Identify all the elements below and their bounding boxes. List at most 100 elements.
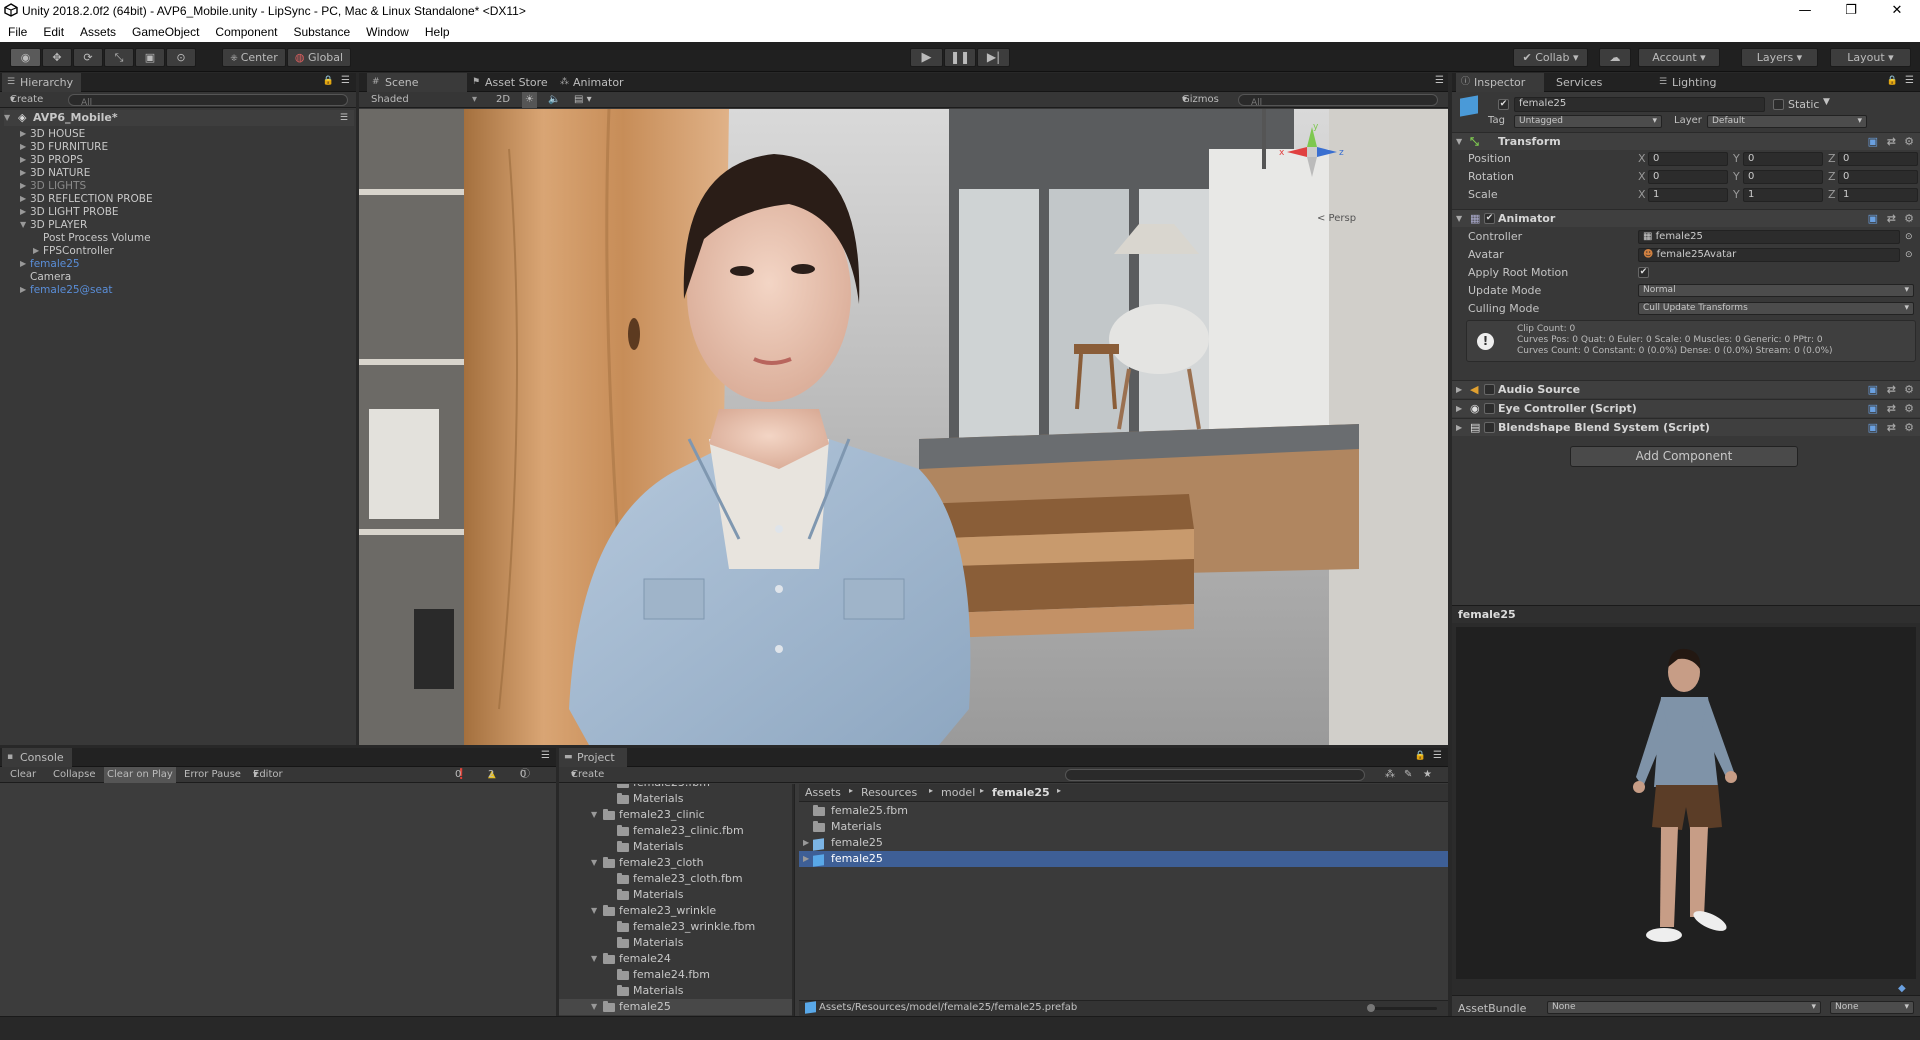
transform-tool-button[interactable]: ⊙ [166, 48, 196, 67]
project-tree-item[interactable]: Materials [559, 839, 792, 855]
project-tree-item[interactable]: female23_cloth.fbm [559, 871, 792, 887]
controller-field[interactable]: ▦ female25 [1638, 230, 1900, 244]
collapse-arrow-icon[interactable]: ▼ [591, 903, 597, 919]
lock-icon[interactable]: 🔒 [323, 76, 334, 86]
tab-services[interactable]: Services [1544, 73, 1610, 92]
active-checkbox[interactable]: ✔ [1498, 99, 1509, 110]
transform-z-field[interactable]: 1 [1838, 188, 1918, 202]
help-icon[interactable]: ▣ [1868, 381, 1878, 399]
breadcrumb-item[interactable]: Resources [861, 786, 917, 799]
maximize-button[interactable]: ❐ [1828, 0, 1874, 22]
move-tool-button[interactable]: ✥ [42, 48, 72, 67]
help-icon[interactable]: ▣ [1868, 400, 1878, 418]
close-button[interactable]: ✕ [1874, 0, 1920, 22]
gear-icon[interactable]: ⚙ [1904, 419, 1914, 437]
collapse-arrow-icon[interactable]: ▼ [4, 110, 10, 126]
filter-label-icon[interactable]: ✎ [1404, 767, 1412, 783]
rect-tool-button[interactable]: ▣ [135, 48, 165, 67]
gear-icon[interactable]: ⚙ [1904, 381, 1914, 399]
model-preview-viewport[interactable] [1456, 627, 1916, 979]
collab-dropdown[interactable]: ✔ Collab ▾ [1513, 48, 1588, 67]
project-tree-item[interactable]: Materials [559, 887, 792, 903]
project-tree-item[interactable]: female23.fbm [559, 784, 792, 791]
pause-button[interactable]: ❚❚ [944, 48, 976, 67]
project-search-input[interactable] [1065, 769, 1365, 781]
menu-file[interactable]: File [0, 25, 35, 39]
lighting-toggle-icon[interactable]: ☀ [522, 92, 537, 108]
expand-arrow-icon[interactable]: ▶ [1456, 381, 1462, 399]
project-tree-item[interactable]: ▼ female23_cloth [559, 855, 792, 871]
scene-orientation-gizmo[interactable]: y z x [1277, 117, 1347, 197]
breadcrumb-current[interactable]: female25 [992, 786, 1050, 799]
help-icon[interactable]: ▣ [1868, 210, 1878, 228]
animator-component-header[interactable]: ▼ ▦ ✔ Animator ▣ ⇄ ⚙ [1452, 209, 1920, 227]
slider-handle[interactable] [1367, 1004, 1375, 1012]
create-dropdown[interactable]: Create ▾ [10, 92, 43, 108]
project-file-item[interactable]: Materials [799, 819, 1448, 835]
preset-icon[interactable]: ⇄ [1887, 210, 1896, 228]
panel-menu-icon[interactable]: ☰ [1905, 75, 1914, 86]
scale-tool-button[interactable]: ⤡ [104, 48, 134, 67]
preset-icon[interactable]: ⇄ [1887, 381, 1896, 399]
breadcrumb-item[interactable]: Assets [805, 786, 841, 799]
hierarchy-item[interactable]: ▶ female25@seat [0, 282, 356, 298]
help-icon[interactable]: ▣ [1868, 133, 1878, 151]
assetbundle-tag-icon[interactable]: ◆ [1898, 983, 1906, 994]
project-tree-item[interactable]: ▼ female23_clinic [559, 807, 792, 823]
expand-arrow-icon[interactable]: ▶ [1456, 400, 1462, 418]
expand-arrow-icon[interactable]: ▶ [1456, 419, 1462, 437]
transform-x-field[interactable]: 1 [1648, 188, 1728, 202]
panel-menu-icon[interactable]: ☰ [341, 75, 350, 86]
effects-toggle-icon[interactable]: ▤ ▾ [574, 92, 592, 108]
layer-dropdown[interactable]: Default ▾ [1707, 115, 1867, 128]
object-picker-icon[interactable]: ⊙ [1905, 246, 1913, 264]
collapse-arrow-icon[interactable]: ▼ [591, 807, 597, 823]
gear-icon[interactable]: ⚙ [1904, 210, 1914, 228]
project-file-item[interactable]: ▶ female25 [799, 851, 1448, 867]
avatar-field[interactable]: ☻ female25Avatar [1638, 248, 1900, 262]
tab-hierarchy[interactable]: ☰ Hierarchy [2, 73, 82, 92]
culling-mode-dropdown[interactable]: Cull Update Transforms ▾ [1638, 302, 1914, 315]
add-component-button[interactable]: Add Component [1570, 446, 1798, 467]
gizmos-dropdown[interactable]: Gizmos ▾ [1182, 92, 1219, 108]
panel-menu-icon[interactable]: ☰ [541, 750, 550, 761]
preset-icon[interactable]: ⇄ [1887, 133, 1896, 151]
menu-substance[interactable]: Substance [285, 25, 358, 39]
collapse-arrow-icon[interactable]: ▼ [591, 999, 597, 1015]
menu-assets[interactable]: Assets [72, 25, 124, 39]
breadcrumb-item[interactable]: model [941, 786, 975, 799]
tab-scene[interactable]: # Scene [367, 73, 467, 92]
expand-arrow-icon[interactable]: ▶ [803, 835, 809, 851]
root-motion-checkbox[interactable]: ✔ [1638, 267, 1649, 278]
hierarchy-search-input[interactable]: All [68, 94, 348, 108]
assetbundle-dropdown[interactable]: None ▾ [1547, 1001, 1821, 1014]
tab-asset-store[interactable]: ⚑ Asset Store [467, 73, 556, 92]
audio-source-component-header[interactable]: ▶ ◀ Audio Source ▣ ⇄ ⚙ [1452, 380, 1920, 398]
tab-inspector[interactable]: ⓘ Inspector [1456, 73, 1544, 92]
expand-arrow-icon[interactable]: ▶ [803, 851, 809, 867]
console-log-area[interactable] [0, 784, 556, 1016]
project-file-item[interactable]: ▶ female25 [799, 835, 1448, 851]
assetbundle-variant-dropdown[interactable]: None ▾ [1830, 1001, 1914, 1014]
static-dropdown-icon[interactable]: ▼ [1823, 97, 1830, 107]
play-button[interactable]: ▶ [910, 48, 943, 67]
static-checkbox[interactable] [1773, 99, 1784, 110]
update-mode-dropdown[interactable]: Normal ▾ [1638, 284, 1914, 297]
menu-help[interactable]: Help [417, 25, 458, 39]
toggle-2d-button[interactable]: 2D [496, 92, 510, 108]
clear-on-play-button[interactable]: Clear on Play [104, 767, 176, 783]
preset-icon[interactable]: ⇄ [1887, 419, 1896, 437]
transform-x-field[interactable]: 0 [1648, 152, 1728, 166]
audio-toggle-icon[interactable]: 🔈 [548, 92, 560, 108]
eye-controller-checkbox[interactable] [1484, 403, 1495, 414]
object-picker-icon[interactable]: ⊙ [1905, 228, 1913, 246]
animator-enabled-checkbox[interactable]: ✔ [1484, 213, 1495, 224]
lock-icon[interactable]: 🔒 [1887, 76, 1898, 86]
object-name-field[interactable]: female25 [1514, 97, 1765, 112]
step-button[interactable]: ▶| [977, 48, 1010, 67]
menu-component[interactable]: Component [207, 25, 285, 39]
transform-z-field[interactable]: 0 [1838, 170, 1918, 184]
create-dropdown[interactable]: Create ▾ [571, 767, 604, 783]
tab-project[interactable]: ▬ Project [559, 748, 627, 767]
filter-type-icon[interactable]: ⁂ [1385, 767, 1395, 783]
